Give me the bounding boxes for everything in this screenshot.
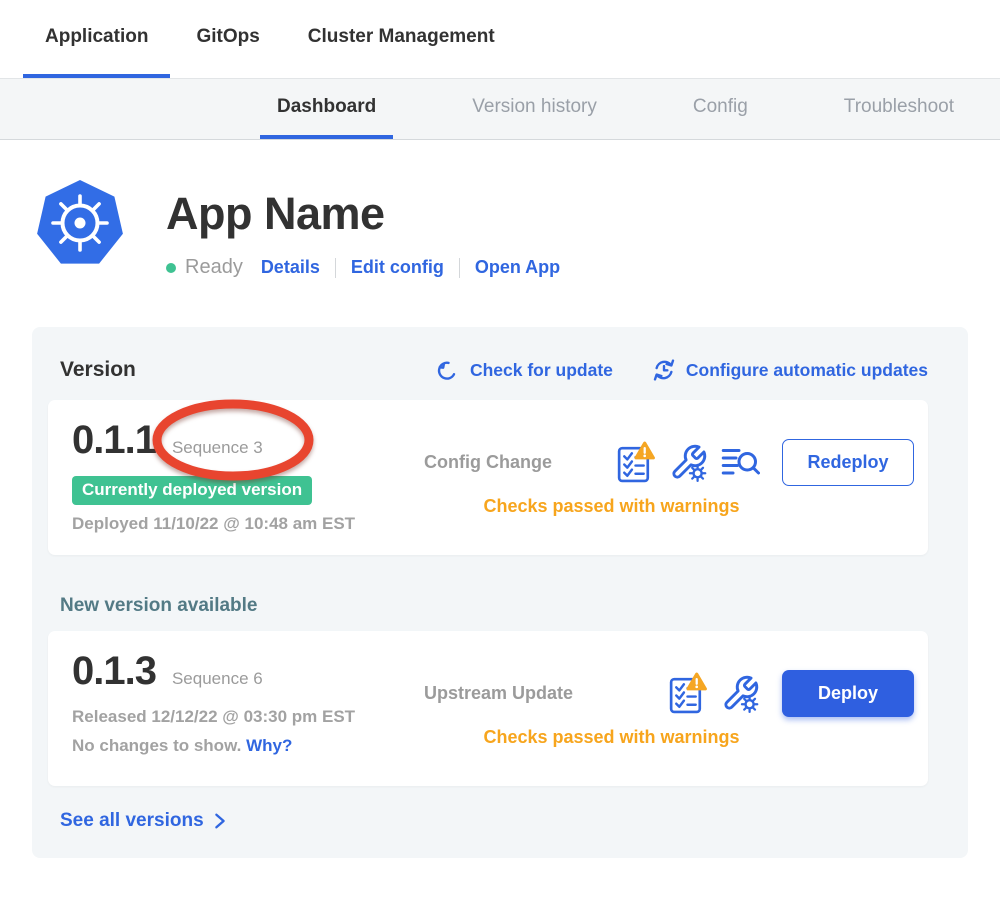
config-wrench-icon[interactable] [721, 674, 760, 713]
available-version-sequence: Sequence 6 [172, 669, 263, 689]
redeploy-button[interactable]: Redeploy [782, 439, 914, 486]
preflight-status-text: Checks passed with warnings [424, 727, 914, 748]
version-card: Version Check for update Configure autom… [32, 327, 968, 858]
gear-icon [742, 696, 757, 711]
open-app-link[interactable]: Open App [475, 257, 560, 278]
tab-dashboard[interactable]: Dashboard [260, 79, 393, 139]
check-for-update-link[interactable]: Check for update [436, 358, 613, 383]
auto-update-icon [651, 357, 677, 383]
ready-status-dot [166, 263, 176, 273]
chevron-right-icon [212, 812, 228, 830]
version-source-label: Config Change [424, 452, 552, 473]
version-card-title: Version [60, 358, 136, 382]
available-version-row: 0.1.3 Sequence 6 Released 12/12/22 @ 03:… [48, 631, 928, 786]
details-link[interactable]: Details [261, 257, 320, 278]
app-status: Ready [185, 256, 243, 279]
primary-nav: Application GitOps Cluster Management [0, 0, 1000, 78]
version-source-label: Upstream Update [424, 683, 573, 704]
available-version-number: 0.1.3 [72, 649, 156, 694]
tab-troubleshoot[interactable]: Troubleshoot [827, 79, 971, 139]
no-changes-text: No changes to show. [72, 736, 241, 755]
kubernetes-logo [36, 178, 124, 270]
preflight-checks-icon[interactable] [615, 440, 656, 485]
released-timestamp: Released 12/12/22 @ 03:30 pm EST [72, 707, 408, 727]
diff-view-icon[interactable] [721, 446, 760, 479]
current-version-number: 0.1.1 [72, 418, 156, 463]
deploy-button[interactable]: Deploy [782, 670, 914, 717]
gear-icon [690, 465, 705, 480]
nav-tab-gitops[interactable]: GitOps [174, 0, 281, 78]
nav-tab-cluster-management[interactable]: Cluster Management [286, 0, 517, 78]
divider [335, 258, 336, 278]
deployed-timestamp: Deployed 11/10/22 @ 10:48 am EST [72, 514, 408, 534]
app-subnav: Dashboard Version history Config Trouble… [0, 78, 1000, 140]
current-version-sequence: Sequence 3 [172, 438, 263, 458]
warning-triangle-icon [636, 443, 653, 458]
edit-config-link[interactable]: Edit config [351, 257, 444, 278]
refresh-icon [436, 358, 461, 383]
why-link[interactable]: Why? [246, 736, 292, 755]
config-wrench-icon[interactable] [669, 443, 708, 482]
currently-deployed-badge: Currently deployed version [72, 476, 312, 505]
tab-version-history[interactable]: Version history [455, 79, 614, 139]
preflight-status-text: Checks passed with warnings [424, 496, 914, 517]
warning-triangle-icon [688, 674, 705, 689]
current-version-row: 0.1.1 Sequence 3 Currently deployed vers… [48, 400, 928, 555]
preflight-checks-icon[interactable] [667, 671, 708, 716]
page-title: App Name [166, 188, 560, 240]
see-all-versions-link[interactable]: See all versions [60, 810, 228, 832]
nav-tab-application[interactable]: Application [23, 0, 170, 78]
new-version-heading: New version available [60, 595, 928, 617]
divider [459, 258, 460, 278]
configure-automatic-updates-link[interactable]: Configure automatic updates [651, 357, 928, 383]
app-header: App Name Ready Details Edit config Open … [36, 178, 1000, 279]
tab-config[interactable]: Config [676, 79, 765, 139]
